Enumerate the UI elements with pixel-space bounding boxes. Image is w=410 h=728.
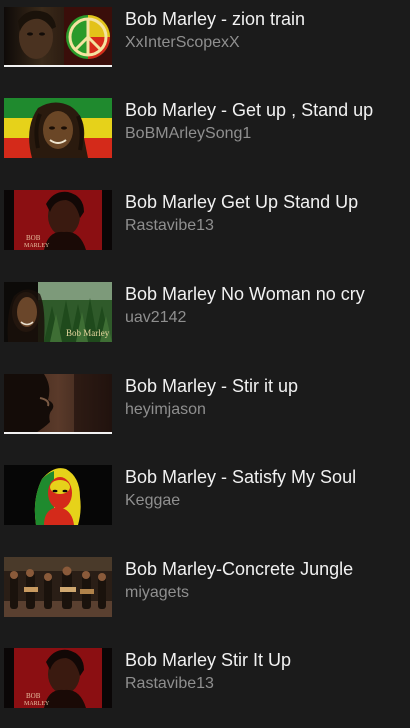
album-logo-lettering: BOB	[26, 692, 41, 700]
channel-name[interactable]: BoBMArleySong1	[125, 124, 407, 144]
video-item[interactable]: Bob Marley Bob Marley No Woman no cry ua…	[0, 282, 410, 362]
channel-name[interactable]: XxInterScopexX	[125, 33, 407, 53]
video-title[interactable]: Bob Marley No Woman no cry	[125, 283, 407, 305]
video-thumbnail[interactable]: BOB MARLEY	[4, 648, 112, 708]
video-item[interactable]: Bob Marley-Concrete Jungle miyagets	[0, 557, 410, 637]
video-item[interactable]: BOB MARLEY Bob Marley Stir It Up Rastavi…	[0, 648, 410, 728]
video-title[interactable]: Bob Marley - Satisfy My Soul	[125, 466, 407, 488]
video-item[interactable]: Bob Marley - zion train XxInterScopexX	[0, 7, 410, 87]
channel-name[interactable]: Keggae	[125, 491, 407, 511]
rasta-silhouette-image	[4, 465, 112, 525]
channel-name[interactable]: uav2142	[125, 308, 407, 328]
channel-name[interactable]: heyimjason	[125, 400, 407, 420]
video-item[interactable]: Bob Marley - Satisfy My Soul Keggae	[0, 465, 410, 545]
video-title[interactable]: Bob Marley - Stir it up	[125, 375, 407, 397]
channel-name[interactable]: Rastavibe13	[125, 674, 407, 694]
video-thumbnail[interactable]	[4, 7, 112, 67]
video-title[interactable]: Bob Marley Get Up Stand Up	[125, 191, 407, 213]
video-item[interactable]: Bob Marley - Stir it up heyimjason	[0, 374, 410, 454]
video-item[interactable]: Bob Marley - Get up , Stand up BoBMArley…	[0, 98, 410, 178]
channel-name[interactable]: miyagets	[125, 583, 407, 603]
forest-portrait-image: Bob Marley	[4, 282, 112, 342]
video-title[interactable]: Bob Marley-Concrete Jungle	[125, 558, 407, 580]
watched-progress-bar	[4, 65, 112, 67]
album-logo-lettering: Bob Marley	[66, 328, 110, 338]
video-title[interactable]: Bob Marley - Get up , Stand up	[125, 99, 407, 121]
video-title[interactable]: Bob Marley Stir It Up	[125, 649, 407, 671]
album-logo-lettering: BOB	[26, 234, 41, 242]
video-title[interactable]: Bob Marley - zion train	[125, 8, 407, 30]
channel-name[interactable]: Rastavibe13	[125, 216, 407, 236]
dark-profile-image	[4, 374, 112, 434]
watched-progress-bar	[4, 432, 112, 434]
video-thumbnail[interactable]	[4, 465, 112, 525]
peace-sign-portrait-image	[4, 7, 112, 67]
video-thumbnail[interactable]	[4, 557, 112, 617]
video-thumbnail[interactable]	[4, 98, 112, 158]
album-logo-lettering: MARLEY	[24, 243, 50, 249]
album-cover-red-image: BOB MARLEY	[4, 190, 112, 250]
video-item[interactable]: BOB MARLEY Bob Marley Get Up Stand Up Ra…	[0, 190, 410, 270]
album-logo-lettering: MARLEY	[24, 701, 50, 707]
rasta-flag-portrait-image	[4, 98, 112, 158]
video-list: Bob Marley - zion train XxInterScopexX B…	[0, 0, 410, 722]
live-band-image	[4, 557, 112, 617]
video-thumbnail[interactable]	[4, 374, 112, 434]
video-thumbnail[interactable]: Bob Marley	[4, 282, 112, 342]
album-cover-red-image: BOB MARLEY	[4, 648, 112, 708]
video-thumbnail[interactable]: BOB MARLEY	[4, 190, 112, 250]
